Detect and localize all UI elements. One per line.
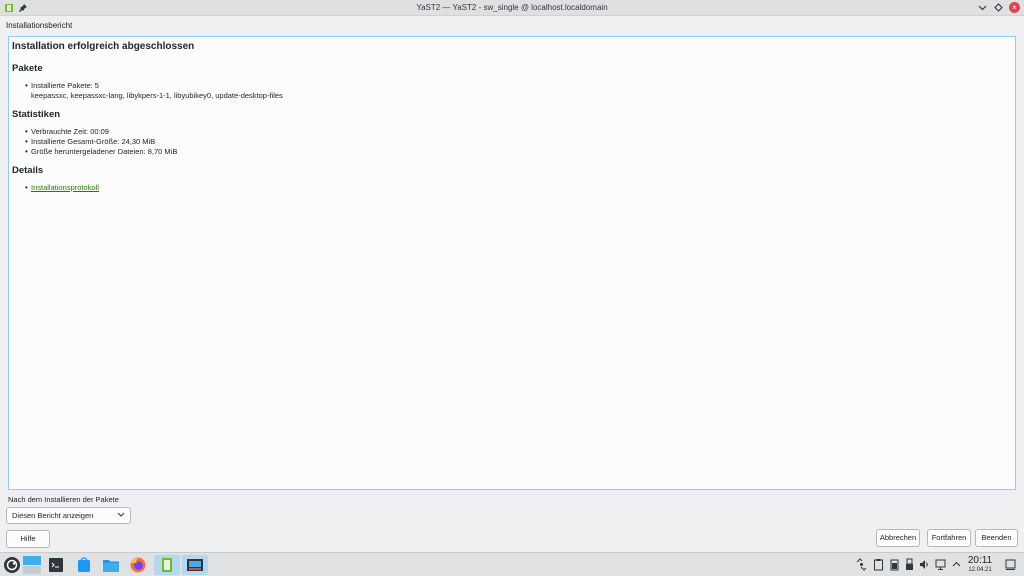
show-desktop-icon[interactable] — [1005, 558, 1016, 571]
after-install-select[interactable]: Diesen Bericht anzeigen — [6, 507, 131, 524]
list-item: • Installierte Pakete: 5 keepassxc, keep… — [25, 81, 1012, 101]
details-heading: Details — [12, 165, 44, 176]
software-store-icon[interactable] — [74, 555, 94, 575]
installation-log-link[interactable]: Installationsprotokoll — [31, 183, 99, 192]
installation-report: Installation erfolgreich abgeschlossen P… — [8, 36, 1016, 490]
close-icon[interactable]: × — [1009, 2, 1020, 13]
packages-list: • Installierte Pakete: 5 keepassxc, keep… — [25, 81, 1012, 101]
abort-button[interactable]: Abbrechen — [876, 529, 920, 547]
packages-heading: Pakete — [12, 63, 43, 74]
installed-packages-names: keepassxc, keepassxc-lang, libykpers-1-1… — [31, 91, 283, 100]
section-label: Installationsbericht — [6, 21, 73, 30]
continue-button[interactable]: Fortfahren — [927, 529, 971, 547]
chevron-down-icon — [117, 510, 125, 520]
yast-control-icon[interactable] — [182, 555, 208, 575]
clock-date: 12.04.21 — [968, 567, 992, 573]
installed-packages-count: Installierte Pakete: 5 — [31, 81, 99, 90]
bullet: • — [25, 183, 28, 192]
network-icon[interactable] — [856, 558, 867, 571]
list-item: • Installierte Gesamt-Größe: 24,30 MiB — [25, 137, 1012, 147]
minimize-icon[interactable] — [977, 3, 987, 13]
opensuse-menu-icon[interactable] — [2, 555, 22, 575]
clock-time: 20:11 — [967, 555, 993, 566]
elapsed-time: Verbrauchte Zeit: 00:09 — [31, 127, 109, 136]
volume-icon[interactable] — [919, 558, 930, 571]
clipboard-icon[interactable] — [873, 558, 884, 571]
window-title: YaST2 — YaST2 - sw_single @ localhost.lo… — [416, 3, 608, 12]
bullet: • — [25, 147, 28, 156]
after-install-label: Nach dem Installieren der Pakete — [8, 495, 119, 504]
usb-icon[interactable] — [904, 558, 915, 571]
battery-icon[interactable] — [889, 558, 900, 571]
bullet: • — [25, 137, 28, 146]
clock[interactable]: 20:11 12.04.21 — [964, 555, 996, 574]
after-install-selected: Diesen Bericht anzeigen — [12, 511, 94, 520]
file-manager-icon[interactable] — [101, 555, 121, 575]
firefox-icon[interactable] — [128, 555, 148, 575]
list-item: • Verbrauchte Zeit: 00:09 — [25, 127, 1012, 137]
report-heading: Installation erfolgreich abgeschlossen — [12, 41, 195, 52]
taskbar: 20:11 12.04.21 — [0, 552, 1024, 576]
statistics-heading: Statistiken — [12, 109, 61, 120]
download-size: Größe heruntergeladener Dateien: 8,70 Mi… — [31, 147, 178, 156]
yast-icon[interactable] — [154, 555, 180, 575]
chevron-up-icon[interactable] — [951, 558, 962, 571]
details-list: • Installationsprotokoll — [25, 183, 1012, 193]
bullet: • — [25, 127, 28, 136]
list-item: • Installationsprotokoll — [25, 183, 1012, 193]
finish-button[interactable]: Beenden — [975, 529, 1018, 547]
bullet: • — [25, 81, 28, 90]
desktop-pager-icon[interactable] — [22, 555, 42, 575]
list-item: • Größe heruntergeladener Dateien: 8,70 M… — [25, 147, 1012, 157]
help-button[interactable]: Hilfe — [6, 530, 50, 548]
maximize-icon[interactable] — [993, 3, 1003, 13]
window-titlebar: YaST2 — YaST2 - sw_single @ localhost.lo… — [0, 0, 1024, 16]
display-icon[interactable] — [935, 558, 946, 571]
terminal-icon[interactable] — [46, 555, 66, 575]
statistics-list: • Verbrauchte Zeit: 00:09 • Installierte G… — [25, 127, 1012, 157]
total-size: Installierte Gesamt-Größe: 24,30 MiB — [31, 137, 156, 146]
